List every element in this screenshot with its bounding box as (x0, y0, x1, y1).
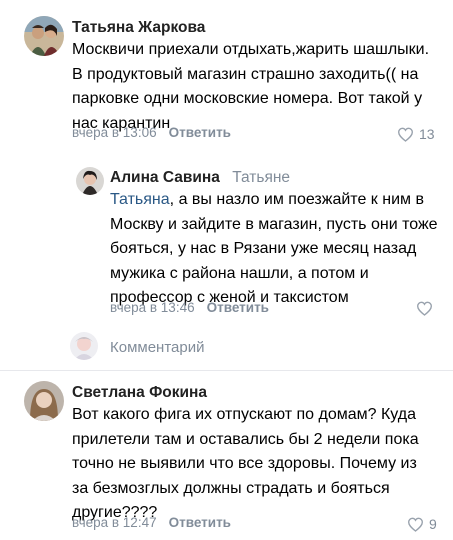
comment-author[interactable]: Алина Савина (110, 169, 220, 186)
like-button[interactable]: 9 (407, 516, 437, 532)
comment-meta: вчера в 12:47 Ответить (72, 515, 231, 530)
like-count: 9 (429, 516, 437, 532)
comment-text: Татьяна, а вы назло им поезжайте к ним в… (110, 188, 440, 311)
comment-author[interactable]: Татьяна Жаркова (72, 19, 205, 37)
comment-input[interactable]: Комментарий (110, 339, 204, 356)
comment-text: Москвичи приехали отдыхать,жарить шашлык… (72, 41, 430, 132)
reply-button[interactable]: Ответить (169, 125, 231, 140)
avatar[interactable] (24, 16, 64, 56)
like-button[interactable]: 13 (397, 126, 435, 142)
comment-body: , а вы назло им поезжайте к ним в Москву… (110, 191, 438, 306)
comment-item: Светлана Фокина Вот какого фига их отпус… (0, 371, 453, 540)
comment-input-row[interactable]: Комментарий (0, 325, 453, 369)
heart-icon (416, 301, 433, 316)
reply-item: Алина Савина Татьяне Татьяна, а вы назло… (0, 160, 453, 320)
comment-time[interactable]: вчера в 13:46 (110, 300, 195, 315)
comment-text: Вот какого фига их отпускают по домам? К… (72, 406, 419, 521)
heart-icon (397, 127, 414, 142)
reply-button[interactable]: Ответить (207, 300, 269, 315)
comment-author[interactable]: Светлана Фокина (72, 384, 207, 402)
comment-meta: вчера в 13:06 Ответить (72, 125, 231, 140)
comment-meta: вчера в 13:46 Ответить (110, 300, 269, 315)
comment-item: Татьяна Жаркова Москвичи приехали отдыха… (0, 0, 453, 160)
like-button[interactable] (416, 301, 433, 316)
reply-to-name[interactable]: Татьяне (232, 169, 290, 186)
comment-time[interactable]: вчера в 12:47 (72, 515, 157, 530)
heart-icon (407, 517, 424, 532)
mention-link[interactable]: Татьяна (110, 191, 170, 208)
comment-author-line: Алина Савина Татьяне (110, 169, 290, 187)
reply-button[interactable]: Ответить (169, 515, 231, 530)
like-count: 13 (419, 126, 435, 142)
avatar[interactable] (76, 167, 104, 195)
comment-time[interactable]: вчера в 13:06 (72, 125, 157, 140)
avatar[interactable] (24, 381, 64, 421)
avatar (70, 332, 98, 360)
